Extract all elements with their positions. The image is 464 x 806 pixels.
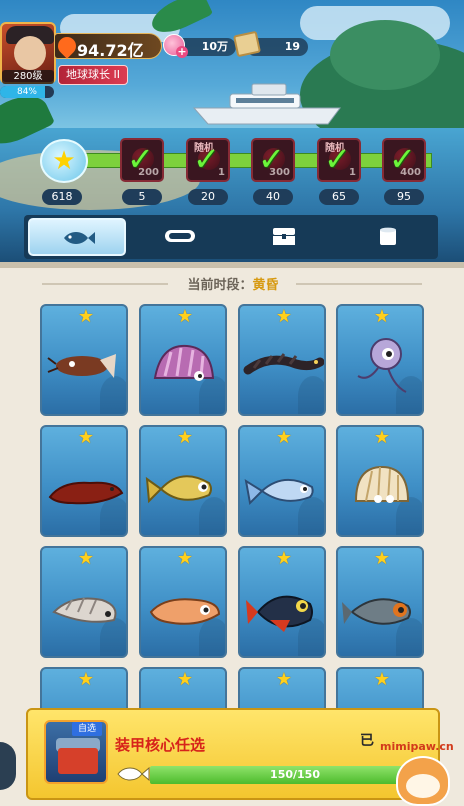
combat-power-value: 94.72亿 xyxy=(77,41,144,60)
fish-card-scallop-shell[interactable]: ★ xyxy=(336,425,424,537)
divider xyxy=(296,283,422,285)
milestone-label: 40 xyxy=(253,189,293,205)
fish-card-purple-shell[interactable]: ★ xyxy=(139,304,227,416)
fish-card-yellow-fish[interactable]: ★ xyxy=(139,425,227,537)
milestone-reward[interactable]: 随机 1 ✓ xyxy=(317,138,361,182)
milestone-label: 65 xyxy=(319,189,359,205)
milestone-label: 5 xyxy=(122,189,162,205)
black-red-fish-illustration xyxy=(246,595,313,632)
panel-header-strip xyxy=(0,262,464,268)
boat-illustration xyxy=(192,83,341,125)
checkmark-icon: ✓ xyxy=(127,140,154,178)
dark-eel-illustration xyxy=(243,353,324,375)
blue-fish-illustration xyxy=(244,478,314,506)
player-level: 280级 xyxy=(2,70,54,84)
fish-card-shrimp-creature[interactable]: ★ xyxy=(40,304,128,416)
orange-squid-illustration xyxy=(149,598,221,625)
scallop-shell-illustration xyxy=(354,465,410,503)
fish-card-dark-eel[interactable]: ★ xyxy=(238,304,326,416)
grey-orange-fish-illustration xyxy=(342,598,411,625)
fish-icon xyxy=(114,764,150,784)
fishbowl-star-icon[interactable]: ★ xyxy=(36,133,92,185)
milestone-reward[interactable]: 400 ✓ xyxy=(382,138,426,182)
purple-shell-illustration xyxy=(153,344,215,381)
fish-card-orange-squid[interactable]: ★ xyxy=(139,546,227,658)
exp-percent: 84% xyxy=(16,87,37,97)
yellow-fish-illustration xyxy=(145,475,212,504)
watermark: mimipaw.cn xyxy=(286,730,464,806)
player-title-badge[interactable]: 地球球长 II xyxy=(58,65,128,85)
tab-fish[interactable] xyxy=(28,218,126,256)
milestone-reward[interactable]: 随机 1 ✓ xyxy=(186,138,230,182)
milestone-label: 95 xyxy=(384,189,424,205)
checkmark-icon: ✓ xyxy=(258,140,285,178)
treasure-chest-icon xyxy=(266,226,302,246)
checkmark-icon: ✓ xyxy=(389,140,416,178)
watermark-text: mimipaw.cn xyxy=(380,740,454,753)
add-gem-button[interactable]: + xyxy=(176,46,188,58)
fish-card-red-slug[interactable]: ★ xyxy=(40,425,128,537)
fish-card-grey-orange-fish[interactable]: ★ xyxy=(336,546,424,658)
diving-mask-icon xyxy=(162,226,198,246)
game-screen: { "player": { "level": "280级", "exp_perc… xyxy=(0,0,464,806)
fish-card-black-red-fish[interactable]: ★ xyxy=(238,546,326,658)
combat-power: 94.72亿 xyxy=(54,33,162,60)
fish-card-spiral-shell[interactable]: ★ xyxy=(40,546,128,658)
spiral-shell-illustration xyxy=(52,597,117,623)
collection-count: 618 xyxy=(42,189,82,205)
fish-card-blue-fish[interactable]: ★ xyxy=(238,425,326,537)
tab-treasure-chest[interactable] xyxy=(236,218,334,256)
milestone-label: 20 xyxy=(188,189,228,205)
flame-icon xyxy=(54,33,80,59)
red-slug-illustration xyxy=(48,481,124,505)
checkmark-icon: ✓ xyxy=(324,140,351,178)
fish-card-purple-jellyfish[interactable]: ★ xyxy=(336,304,424,416)
period-value: 黄昏 xyxy=(252,278,279,293)
divider xyxy=(42,283,168,285)
reward-title: 装甲核心任选 xyxy=(115,736,206,754)
tab-can[interactable] xyxy=(340,218,438,256)
fish-icon xyxy=(60,228,96,248)
purple-jellyfish-illustration xyxy=(357,338,407,393)
optional-tag: 自选 xyxy=(72,722,102,736)
avatar-face xyxy=(14,36,46,70)
period-label: 当前时段： xyxy=(187,278,253,293)
milestone-reward[interactable]: 300 ✓ xyxy=(251,138,295,182)
current-period: 当前时段：黄昏 xyxy=(168,274,298,294)
shrimp-creature-illustration xyxy=(47,354,116,378)
can-icon xyxy=(370,226,406,246)
tab-diving-mask[interactable] xyxy=(132,218,230,256)
milestone-reward[interactable]: 200 ✓ xyxy=(120,138,164,182)
checkmark-icon: ✓ xyxy=(193,140,220,178)
